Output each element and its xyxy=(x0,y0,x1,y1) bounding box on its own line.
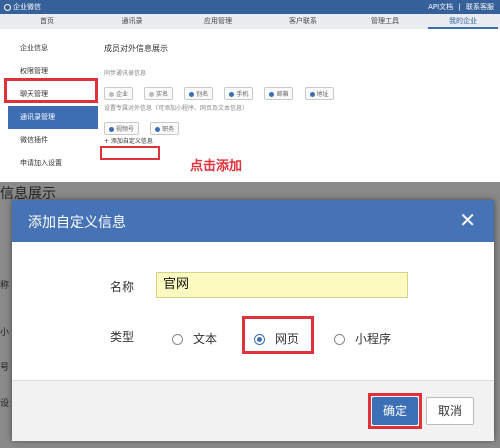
highlight-box xyxy=(242,316,314,354)
field-label: 企业 xyxy=(116,91,129,98)
radio-icon xyxy=(172,334,183,345)
sidebar-item-contacts-management[interactable]: 通讯录管理 xyxy=(8,106,98,129)
check-icon xyxy=(189,92,195,97)
wecom-logo-icon xyxy=(4,3,11,11)
radio-icon xyxy=(334,334,345,345)
field-alias[interactable]: 别名 xyxy=(184,87,214,100)
check-icon xyxy=(309,92,315,97)
dialog-footer: 确定 取消 xyxy=(12,380,494,441)
custom-label: 设置专属对外信息（可添加小程序、网页及文本信息） xyxy=(104,105,249,112)
check-icon xyxy=(109,127,114,132)
field-phone[interactable]: 手机 xyxy=(224,87,254,100)
field-address[interactable]: 地址 xyxy=(304,87,334,100)
radio-label: 小程序 xyxy=(355,332,392,346)
link-divider: | xyxy=(458,3,461,11)
type-radio-text[interactable]: 文本 xyxy=(172,330,217,347)
top-bar: 企业微信 API文档 | 联系客服 xyxy=(0,0,500,14)
check-icon xyxy=(229,92,235,97)
sync-label: 同步通讯录信息 xyxy=(104,70,147,77)
name-label: 名称 xyxy=(110,280,135,294)
add-custom-info-dialog: 添加自定义信息 ✕ 名称 官网 类型 文本 网页 小程序 确定 取消 xyxy=(12,200,494,441)
field-label: 实名 xyxy=(156,91,169,98)
background-glyph: 称 xyxy=(0,281,10,291)
settings-panel: 企业信息 权限管理 聊天管理 通讯录管理 微信插件 申请加入设置 成员对外信息展… xyxy=(0,29,500,182)
sidebar-item-wechat-plugin[interactable]: 微信插件 xyxy=(8,129,98,152)
field-label: 邮箱 xyxy=(276,91,289,98)
check-icon xyxy=(269,92,275,97)
sync-fields: 企业 实名 别名 手机 邮箱 地址 xyxy=(104,81,494,100)
field-email[interactable]: 邮箱 xyxy=(264,87,294,100)
top-links: API文档 | 联系客服 xyxy=(425,2,494,12)
field-video-account[interactable]: 视频号 xyxy=(104,122,140,135)
tab-apps[interactable]: 应用管理 xyxy=(183,14,253,29)
type-radio-miniprogram[interactable]: 小程序 xyxy=(334,330,391,347)
custom-fields: 视频号 职务 xyxy=(104,116,494,135)
background-glyph: 号 xyxy=(0,363,10,373)
tab-home[interactable]: 首页 xyxy=(12,14,82,29)
field-label: 视频号 xyxy=(116,126,135,133)
section-title: 成员对外信息展示 xyxy=(104,44,168,53)
check-icon xyxy=(149,92,155,97)
api-docs-link[interactable]: API文档 xyxy=(428,3,453,11)
tab-my-company[interactable]: 我的企业 xyxy=(428,14,498,29)
radio-label: 文本 xyxy=(193,332,218,346)
highlight-box xyxy=(100,146,160,160)
sidebar: 企业信息 权限管理 聊天管理 通讯录管理 微信插件 申请加入设置 xyxy=(8,37,98,175)
sidebar-item-join-settings[interactable]: 申请加入设置 xyxy=(8,152,98,175)
field-company[interactable]: 企业 xyxy=(104,87,134,100)
field-label: 手机 xyxy=(236,91,249,98)
highlight-box xyxy=(368,393,422,429)
content-area: 成员对外信息展示 同步通讯录信息 企业 实名 别名 手机 邮箱 地址 设置专属对… xyxy=(104,43,494,147)
close-icon[interactable]: ✕ xyxy=(459,208,476,232)
field-label: 职务 xyxy=(162,126,175,133)
background-glyph: 设 xyxy=(0,399,10,409)
support-link[interactable]: 联系客服 xyxy=(466,3,494,11)
dialog-title: 添加自定义信息 xyxy=(28,215,126,231)
field-label: 地址 xyxy=(316,91,329,98)
brand-logo[interactable]: 企业微信 xyxy=(4,2,41,12)
name-input[interactable]: 官网 xyxy=(156,272,408,298)
check-icon xyxy=(109,92,114,97)
field-realname[interactable]: 实名 xyxy=(144,87,174,100)
add-custom-info-link[interactable]: + 添加自定义信息 xyxy=(104,136,153,145)
type-label: 类型 xyxy=(110,330,135,344)
brand-name: 企业微信 xyxy=(13,3,41,11)
tab-customers[interactable]: 客户联系 xyxy=(268,14,338,29)
cancel-button[interactable]: 取消 xyxy=(426,397,474,425)
tab-contacts[interactable]: 通讯录 xyxy=(97,14,167,29)
main-nav: 首页 通讯录 应用管理 客户联系 管理工具 我的企业 xyxy=(0,14,500,30)
field-label: 别名 xyxy=(196,91,209,98)
field-position[interactable]: 职务 xyxy=(150,122,180,135)
tab-tools[interactable]: 管理工具 xyxy=(350,14,420,29)
sidebar-item-company-info[interactable]: 企业信息 xyxy=(8,37,98,60)
check-icon xyxy=(155,127,161,132)
annotation-text: 点击添加 xyxy=(190,159,243,174)
dialog-header: 添加自定义信息 ✕ xyxy=(12,200,494,242)
highlight-box xyxy=(4,78,98,103)
background-glyph: 小 xyxy=(0,328,10,338)
